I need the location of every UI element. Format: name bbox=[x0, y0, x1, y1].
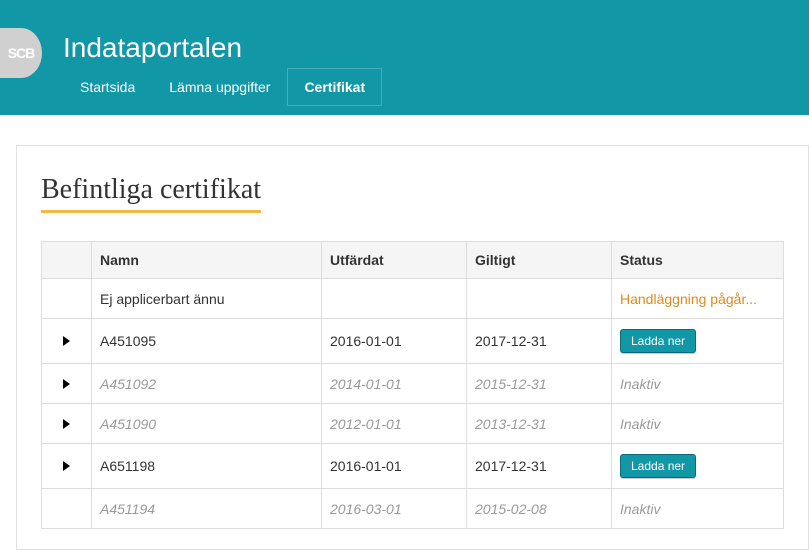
panel-title: Befintliga certifikat bbox=[41, 174, 261, 213]
cert-issued-cell: 2016-01-01 bbox=[322, 444, 467, 489]
cert-issued-cell: 2014-01-01 bbox=[322, 364, 467, 404]
table-row: A6511982016-01-012017-12-31 Ladda ner bbox=[42, 444, 784, 489]
cert-valid-cell: 2015-12-31 bbox=[467, 364, 612, 404]
cert-name-cell: A451090 bbox=[92, 404, 322, 444]
cert-valid-cell: 2017-12-31 bbox=[467, 444, 612, 489]
content-area: Befintliga certifikat Namn Utfärdat Gilt… bbox=[0, 115, 809, 550]
cert-name-cell: A651198 bbox=[92, 444, 322, 489]
cert-status-cell: Ladda ner bbox=[612, 319, 784, 364]
expand-cell[interactable] bbox=[42, 444, 92, 489]
nav-item-lämna-uppgifter[interactable]: Lämna uppgifter bbox=[152, 68, 287, 106]
nav-item-certifikat[interactable]: Certifikat bbox=[287, 68, 382, 106]
table-row: A4511942016-03-012015-02-08 Inaktiv bbox=[42, 489, 784, 529]
table-row: A4510922014-01-012015-12-31 Inaktiv bbox=[42, 364, 784, 404]
expand-cell bbox=[42, 279, 92, 319]
cert-issued-cell: 2016-01-01 bbox=[322, 319, 467, 364]
cert-valid-cell: 2013-12-31 bbox=[467, 404, 612, 444]
cert-valid-cell bbox=[467, 279, 612, 319]
chevron-right-icon[interactable] bbox=[63, 419, 70, 429]
cert-issued-cell: 2016-03-01 bbox=[322, 489, 467, 529]
cert-issued-cell: 2012-01-01 bbox=[322, 404, 467, 444]
table-header-row: Namn Utfärdat Giltigt Status bbox=[42, 242, 784, 279]
nav-item-startsida[interactable]: Startsida bbox=[63, 68, 152, 106]
app-header: SCB Indataportalen StartsidaLämna uppgif… bbox=[0, 0, 809, 115]
cert-name-cell: A451095 bbox=[92, 319, 322, 364]
cert-valid-cell: 2015-02-08 bbox=[467, 489, 612, 529]
expand-cell bbox=[42, 489, 92, 529]
expand-cell[interactable] bbox=[42, 319, 92, 364]
cert-name-cell: Ej applicerbart ännu bbox=[92, 279, 322, 319]
table-row: A4510952016-01-012017-12-31 Ladda ner bbox=[42, 319, 784, 364]
table-row: Ej applicerbart ännu Handläggning pågår..… bbox=[42, 279, 784, 319]
cert-name-cell: A451092 bbox=[92, 364, 322, 404]
cert-status-cell: Ladda ner bbox=[612, 444, 784, 489]
status-inactive-text: Inaktiv bbox=[620, 376, 660, 392]
status-processing-text: Handläggning pågår... bbox=[620, 291, 757, 307]
download-button[interactable]: Ladda ner bbox=[620, 329, 696, 353]
chevron-right-icon[interactable] bbox=[63, 461, 70, 471]
certificates-panel: Befintliga certifikat Namn Utfärdat Gilt… bbox=[16, 145, 809, 550]
download-button[interactable]: Ladda ner bbox=[620, 454, 696, 478]
col-expand-header bbox=[42, 242, 92, 279]
cert-valid-cell: 2017-12-31 bbox=[467, 319, 612, 364]
col-status-header: Status bbox=[612, 242, 784, 279]
expand-cell[interactable] bbox=[42, 364, 92, 404]
cert-status-cell: Inaktiv bbox=[612, 364, 784, 404]
cert-status-cell: Inaktiv bbox=[612, 404, 784, 444]
table-row: A4510902012-01-012013-12-31 Inaktiv bbox=[42, 404, 784, 444]
main-nav: StartsidaLämna uppgifterCertifikat bbox=[63, 68, 382, 106]
cert-issued-cell bbox=[322, 279, 467, 319]
scb-logo: SCB bbox=[0, 28, 42, 78]
col-name-header: Namn bbox=[92, 242, 322, 279]
status-inactive-text: Inaktiv bbox=[620, 501, 660, 517]
status-inactive-text: Inaktiv bbox=[620, 416, 660, 432]
col-valid-header: Giltigt bbox=[467, 242, 612, 279]
logo-text: SCB bbox=[8, 45, 35, 61]
chevron-right-icon[interactable] bbox=[63, 336, 70, 346]
expand-cell[interactable] bbox=[42, 404, 92, 444]
chevron-right-icon[interactable] bbox=[63, 379, 70, 389]
cert-status-cell: Inaktiv bbox=[612, 489, 784, 529]
cert-status-cell: Handläggning pågår... bbox=[612, 279, 784, 319]
app-title: Indataportalen bbox=[63, 32, 242, 64]
col-issued-header: Utfärdat bbox=[322, 242, 467, 279]
cert-name-cell: A451194 bbox=[92, 489, 322, 529]
certificates-table: Namn Utfärdat Giltigt Status Ej applicer… bbox=[41, 241, 784, 529]
